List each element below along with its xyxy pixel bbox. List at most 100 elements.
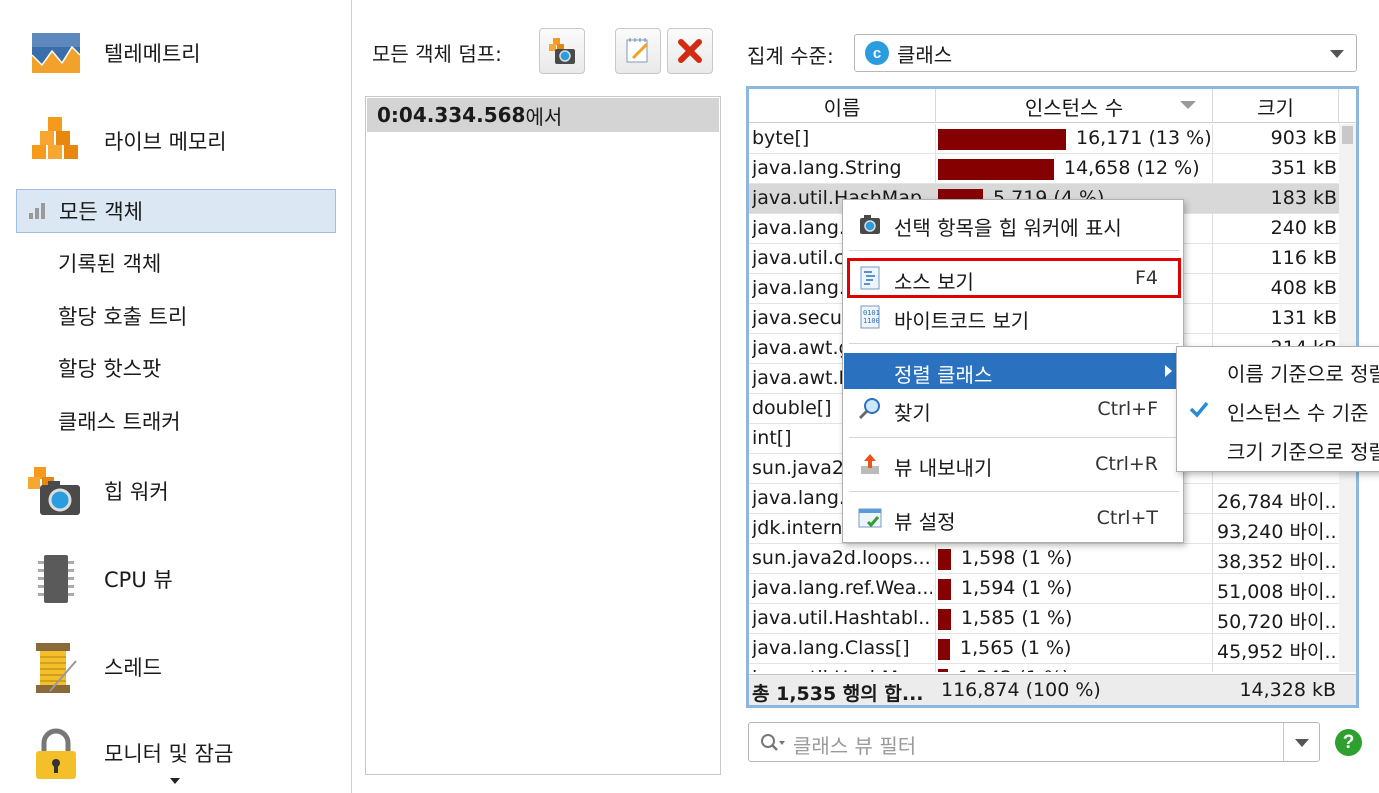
help-icon[interactable]: ? (1335, 729, 1362, 756)
sidebar-label: 모든 객체 (59, 200, 143, 224)
instance-count-bar (938, 669, 948, 672)
menu-label: 뷰 설정 (894, 510, 956, 534)
highlight-annotation-box (847, 258, 1181, 298)
bytecode-icon: 01011100 (860, 305, 880, 329)
context-menu: 선택 항목을 힙 워커에 표시 소스 보기 F4 0101 1100 바이트코드 … (842, 199, 1184, 543)
instance-count-bar (938, 609, 951, 630)
dump-list-item[interactable]: 0:04.334.568 에서 (367, 98, 719, 132)
sidebar-item-allocation-hotspots[interactable]: 할당 핫스팟 (16, 346, 336, 390)
menu-item-find[interactable]: 찾기 Ctrl+F (844, 391, 1182, 427)
sidebar-item-threads[interactable]: 스레드 (0, 632, 352, 702)
aggregation-select[interactable]: c 클래스 (854, 34, 1357, 72)
sidebar-item-all-objects[interactable]: 모든 객체 (16, 189, 336, 233)
heap-snapshot-icon (549, 38, 575, 64)
size-cell: 240 kB (1270, 217, 1337, 239)
menu-item-view-settings[interactable]: 뷰 설정 Ctrl+T (844, 500, 1182, 536)
sidebar-label: 할당 핫스팟 (58, 357, 162, 381)
size-cell: 93,240 바이... (1217, 521, 1337, 543)
sidebar-label: 스레드 (104, 656, 162, 680)
instance-count-cell: 1,594 (1 %) (961, 577, 1073, 599)
menu-item-export-view[interactable]: 뷰 내보내기 Ctrl+R (844, 446, 1182, 482)
delete-button[interactable] (667, 28, 713, 74)
table-row[interactable]: java.lang.ref.Wea... 1,594 (1 %) 51,008 바이… (749, 574, 1339, 604)
threads-icon (36, 643, 77, 693)
scroll-down-icon[interactable] (170, 778, 180, 784)
instance-count-bar (938, 129, 1066, 150)
menu-separator (849, 437, 1179, 438)
size-cell: 903 kB (1270, 127, 1337, 149)
class-name-cell: java.util.Hashtabl... (752, 607, 932, 629)
sidebar-item-heap-walker[interactable]: 힙 워커 (0, 456, 352, 526)
column-name-header[interactable]: 이름 (749, 89, 936, 123)
class-filter-input[interactable]: 클래스 뷰 필터 (748, 722, 1320, 762)
sidebar-item-class-tracker[interactable]: 클래스 트래커 (16, 399, 336, 443)
submenu-item-sort-by-size[interactable]: 크기 기준으로 정렬 (1177, 429, 1379, 467)
instance-count-cell: 16,171 (13 %) (1076, 127, 1212, 149)
class-name-cell: java.lang.ref.Wea... (752, 577, 932, 599)
sidebar-item-allocation-call-tree[interactable]: 할당 호출 트리 (16, 294, 336, 338)
sidebar-item-telemetry[interactable]: 텔레메트리 (0, 18, 352, 88)
menu-item-sort-classes[interactable]: 정렬 클래스 (844, 353, 1182, 389)
scrollbar-thumb[interactable] (1342, 126, 1353, 144)
notepad-edit-icon (626, 38, 649, 63)
menu-label: 인스턴스 수 기준 (1227, 401, 1369, 425)
menu-separator (849, 250, 1179, 251)
instance-count-cell: 1,585 (1 %) (961, 607, 1073, 629)
instance-count-cell: 1,342 (1 %) (958, 667, 1069, 672)
export-icon (861, 454, 879, 474)
chevron-down-icon (1295, 739, 1309, 747)
svg-text:0101: 0101 (863, 309, 880, 317)
sidebar-label: 기록된 객체 (58, 252, 162, 276)
sidebar-label: 텔레메트리 (104, 42, 201, 66)
menu-item-show-in-heap-walker[interactable]: 선택 항목을 힙 워커에 표시 (844, 206, 1182, 242)
menu-separator (849, 491, 1179, 492)
table-row[interactable]: byte[] 16,171 (13 %) 903 kB (749, 124, 1339, 154)
table-total-row: 총 1,535 행의 합... 116,874 (100 %) 14,328 k… (749, 674, 1356, 705)
instance-count-cell: 14,658 (12 %) (1064, 157, 1200, 179)
chevron-down-icon (1330, 50, 1344, 58)
size-cell: 408 kB (1270, 277, 1337, 299)
class-name-cell: byte[] (752, 127, 810, 149)
chevron-right-icon (1165, 365, 1172, 377)
table-row[interactable]: java.lang.String 14,658 (12 %) 351 kB (749, 154, 1339, 184)
column-label: 크기 (1257, 95, 1294, 120)
sort-submenu: 이름 기준으로 정렬 인스턴스 수 기준 크기 기준으로 정렬 (1176, 346, 1379, 472)
table-row[interactable]: java.util.Hashtabl... 1,585 (1 %) 50,720 바… (749, 604, 1339, 634)
aggregation-label: 집계 수준: (747, 44, 834, 68)
menu-separator (849, 343, 1179, 344)
class-name-cell: java.lang.String (752, 157, 902, 179)
close-icon (678, 39, 702, 63)
filter-dropdown-button[interactable] (1283, 723, 1319, 761)
lock-icon (36, 728, 76, 779)
dump-suffix: 에서 (525, 104, 563, 129)
column-label: 인스턴스 수 (1024, 95, 1124, 120)
sidebar-label: 힙 워커 (104, 480, 169, 504)
menu-item-show-bytecode[interactable]: 0101 1100 바이트코드 보기 (844, 299, 1182, 335)
instance-count-cell: 1,565 (1 %) (960, 637, 1072, 659)
table-row[interactable]: java.lang.Class[] 1,565 (1 %) 45,952 바이... (749, 634, 1339, 664)
sidebar-item-cpu[interactable]: CPU 뷰 (0, 544, 352, 614)
menu-label: 이름 기준으로 정렬 (1227, 362, 1379, 386)
table-row[interactable]: sun.java2d.loops.... 1,598 (1 %) 38,352 바이… (749, 544, 1339, 574)
column-size-header[interactable]: 크기 (1213, 89, 1339, 123)
menu-label: 바이트코드 보기 (894, 309, 1030, 333)
submenu-item-sort-by-instances[interactable]: 인스턴스 수 기준 (1177, 390, 1379, 428)
sidebar-item-live-memory[interactable]: 라이브 메모리 (0, 106, 352, 176)
take-heap-snapshot-button[interactable] (539, 28, 585, 74)
menu-label: 크기 기준으로 정렬 (1227, 440, 1379, 464)
total-instances: 116,874 (100 %) (941, 679, 1101, 701)
menu-label: 뷰 내보내기 (894, 456, 993, 480)
edit-button[interactable] (615, 28, 661, 74)
size-cell: 183 kB (1270, 187, 1337, 209)
submenu-item-sort-by-name[interactable]: 이름 기준으로 정렬 (1177, 351, 1379, 389)
column-instances-header[interactable]: 인스턴스 수 (936, 89, 1213, 123)
dump-list[interactable]: 0:04.334.568 에서 (365, 96, 721, 775)
size-cell: 45,952 바이... (1217, 641, 1337, 663)
sidebar-item-recorded-objects[interactable]: 기록된 객체 (16, 241, 336, 285)
dump-time: 0:04.334.568 (377, 103, 526, 127)
instance-count-bar (938, 549, 951, 570)
search-icon (761, 734, 785, 751)
table-row[interactable]: java.util.HashMap... 1,342 (1 %) 64,416 바이… (749, 664, 1339, 672)
menu-label: 선택 항목을 힙 워커에 표시 (894, 216, 1122, 240)
size-cell: 26,784 바이... (1217, 491, 1337, 513)
